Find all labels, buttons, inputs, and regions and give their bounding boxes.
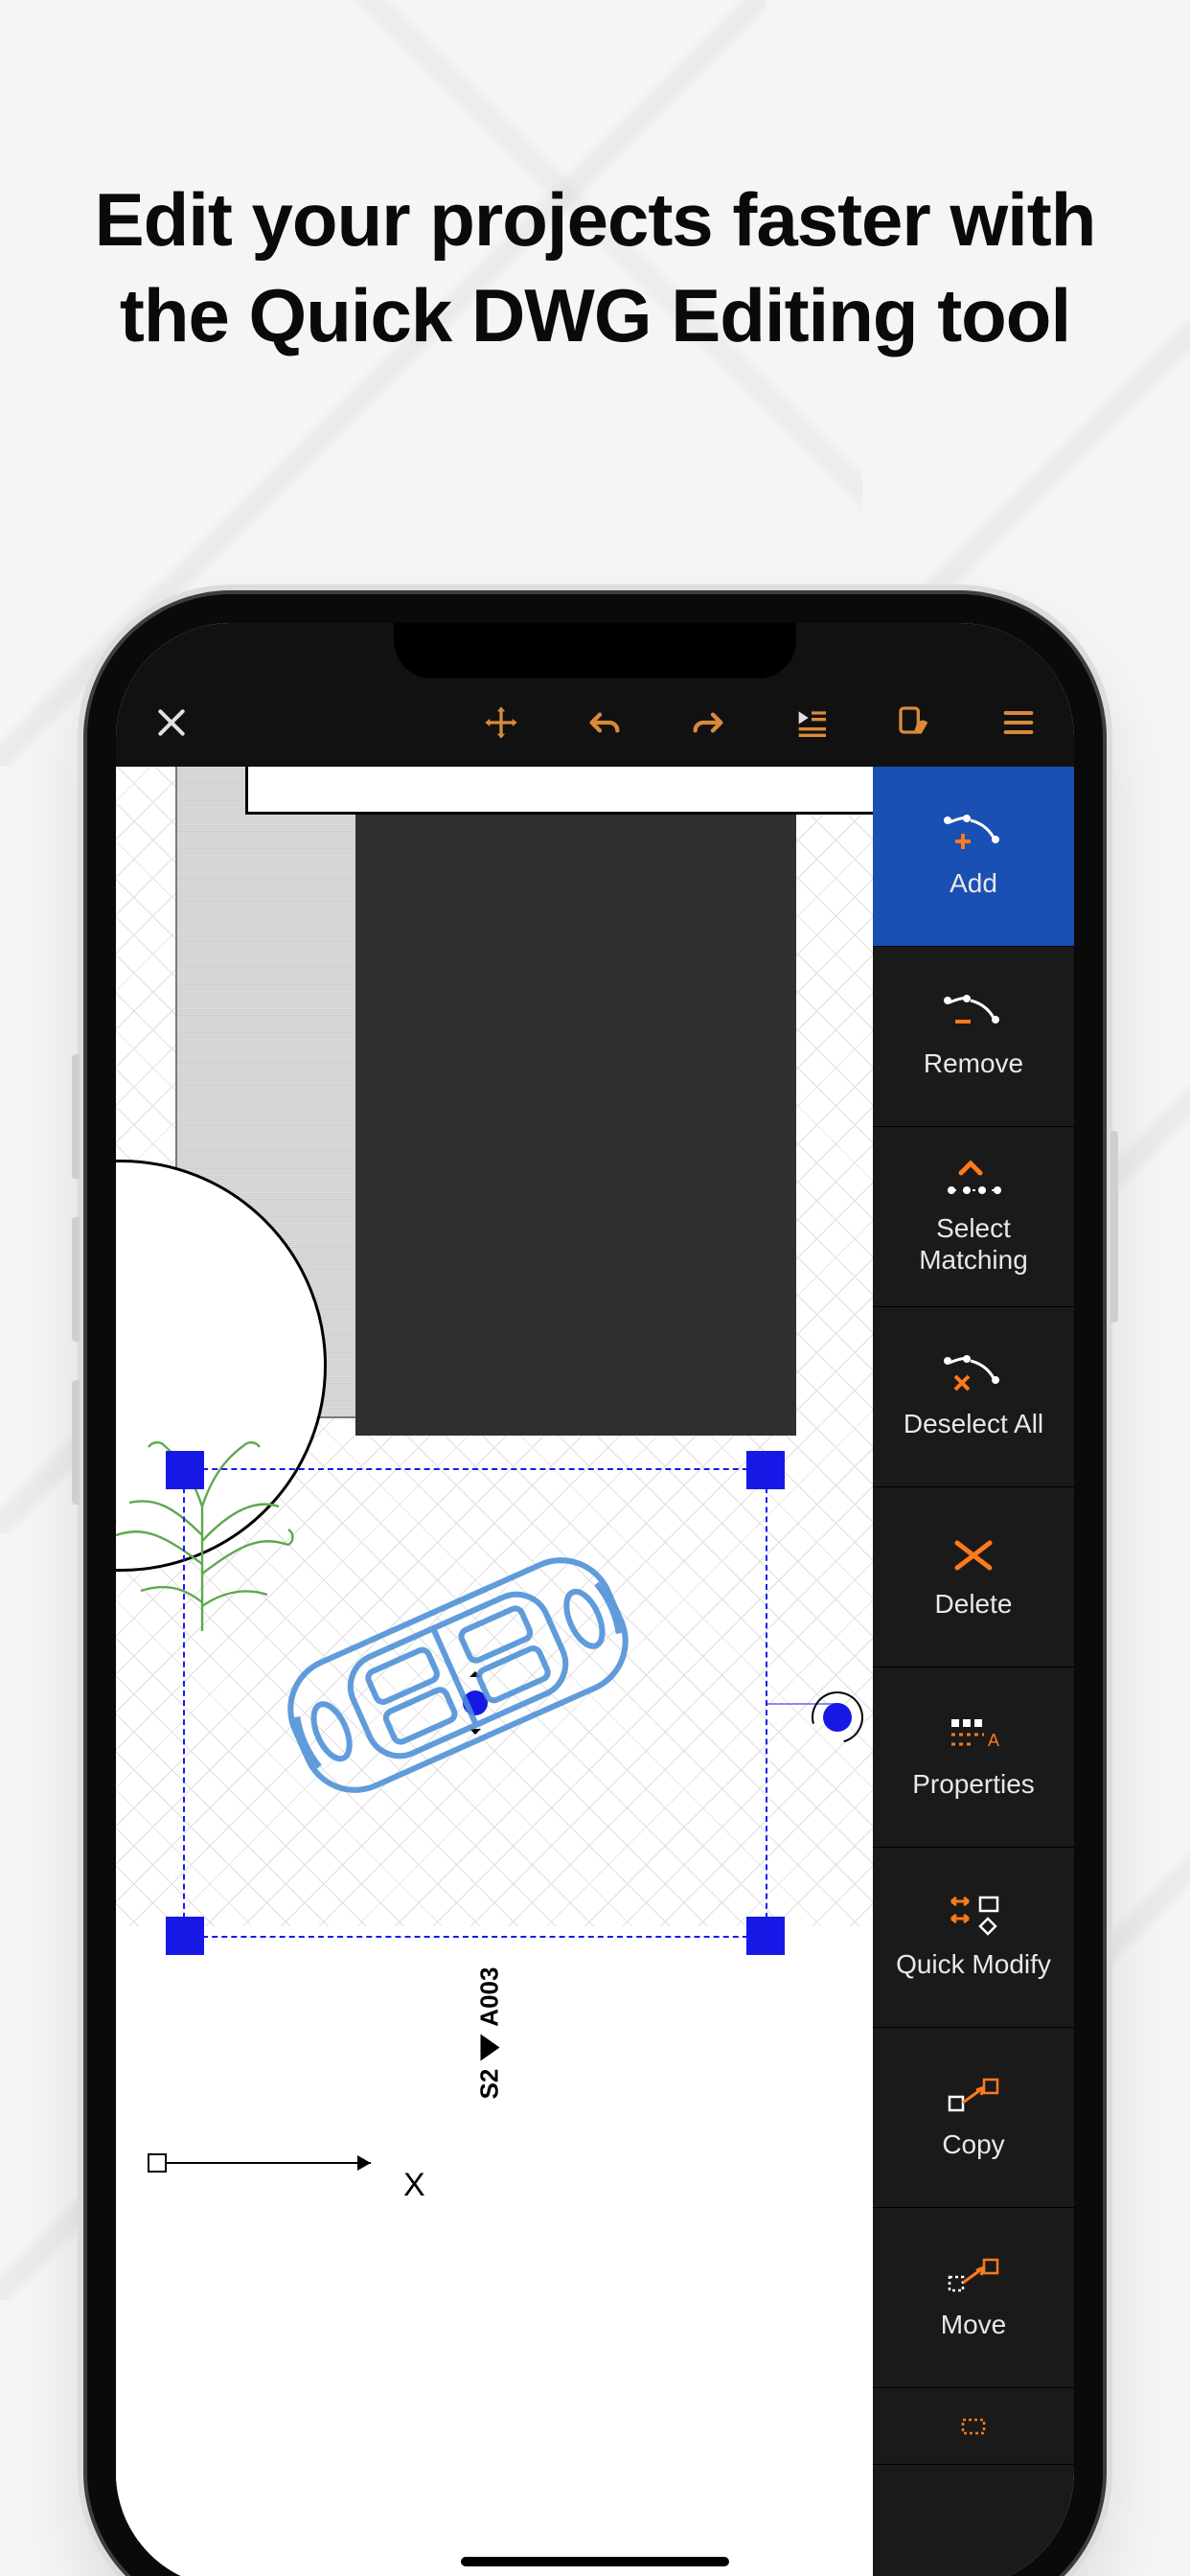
- side-item-label: Remove: [918, 1048, 1029, 1079]
- side-item-label: Select Matching: [913, 1213, 1034, 1275]
- side-item-copy[interactable]: Copy: [873, 2028, 1074, 2208]
- side-item-label: Move: [935, 2310, 1012, 2340]
- side-item-delete[interactable]: Delete: [873, 1487, 1074, 1668]
- wall-line: [245, 767, 873, 815]
- side-item-label: Delete: [929, 1589, 1018, 1620]
- deselect-all-icon: [942, 1353, 1005, 1397]
- home-indicator: [461, 2557, 729, 2566]
- side-item-label: Add: [944, 868, 1003, 899]
- gesture-button[interactable]: [888, 696, 942, 749]
- handle-top-left[interactable]: [166, 1451, 204, 1489]
- redo-button[interactable]: [681, 696, 735, 749]
- side-item-more[interactable]: [873, 2388, 1074, 2465]
- section-id: S2: [475, 2069, 505, 2100]
- close-button[interactable]: [145, 696, 198, 749]
- delete-icon: [942, 1533, 1005, 1577]
- remove-selection-icon: [942, 993, 1005, 1037]
- side-panel: Add Remove: [873, 767, 1074, 2576]
- copy-icon: [942, 2074, 1005, 2118]
- handle-top-right[interactable]: [746, 1451, 785, 1489]
- move-icon: [942, 2254, 1005, 2298]
- section-triangle-icon: [480, 2035, 499, 2061]
- building-rect: [355, 767, 796, 1436]
- side-item-move[interactable]: Move: [873, 2208, 1074, 2388]
- quick-modify-icon: [942, 1894, 1005, 1938]
- car-block[interactable]: [257, 1522, 659, 1828]
- phone-mockup: S2 A003: [87, 594, 1103, 2576]
- axis-x-label: X: [403, 2167, 425, 2204]
- handle-bottom-left[interactable]: [166, 1917, 204, 1955]
- side-item-quick-modify[interactable]: Quick Modify: [873, 1848, 1074, 2028]
- drawing-canvas[interactable]: S2 A003: [116, 767, 873, 2576]
- ucs-axis: [145, 2118, 394, 2175]
- side-item-label: Properties: [906, 1769, 1041, 1800]
- menu-button[interactable]: [992, 696, 1045, 749]
- redo-icon: [689, 703, 727, 742]
- play-list-icon: [792, 703, 831, 742]
- hamburger-icon: [999, 703, 1038, 742]
- side-item-properties[interactable]: A Properties: [873, 1668, 1074, 1848]
- side-item-add[interactable]: Add: [873, 767, 1074, 947]
- side-item-label: Deselect All: [898, 1409, 1049, 1439]
- add-selection-icon: [942, 813, 1005, 857]
- marketing-headline: Edit your projects faster with the Quick…: [0, 172, 1190, 364]
- app-screen: S2 A003: [116, 623, 1074, 2576]
- pan-arrows-icon: [482, 703, 520, 742]
- handle-bottom-right[interactable]: [746, 1917, 785, 1955]
- more-icon: [942, 2404, 1005, 2449]
- section-marker: S2 A003: [475, 1967, 505, 2100]
- close-icon: [152, 703, 191, 742]
- undo-icon: [585, 703, 624, 742]
- undo-button[interactable]: [578, 696, 631, 749]
- properties-icon: A: [942, 1714, 1005, 1758]
- svg-text:A: A: [988, 1731, 999, 1750]
- side-item-label: Copy: [936, 2129, 1010, 2160]
- side-item-remove[interactable]: Remove: [873, 947, 1074, 1127]
- notch: [394, 623, 796, 678]
- side-item-label: Quick Modify: [890, 1949, 1057, 1980]
- playlist-button[interactable]: [785, 696, 838, 749]
- side-item-deselect-all[interactable]: Deselect All: [873, 1307, 1074, 1487]
- side-item-select-matching[interactable]: Select Matching: [873, 1127, 1074, 1307]
- selection-box[interactable]: [183, 1468, 767, 1938]
- hand-gesture-icon: [896, 703, 934, 742]
- select-matching-icon: [942, 1158, 1005, 1202]
- section-ref: A003: [475, 1967, 505, 2027]
- rotation-handle[interactable]: [823, 1703, 852, 1732]
- pan-button[interactable]: [474, 696, 528, 749]
